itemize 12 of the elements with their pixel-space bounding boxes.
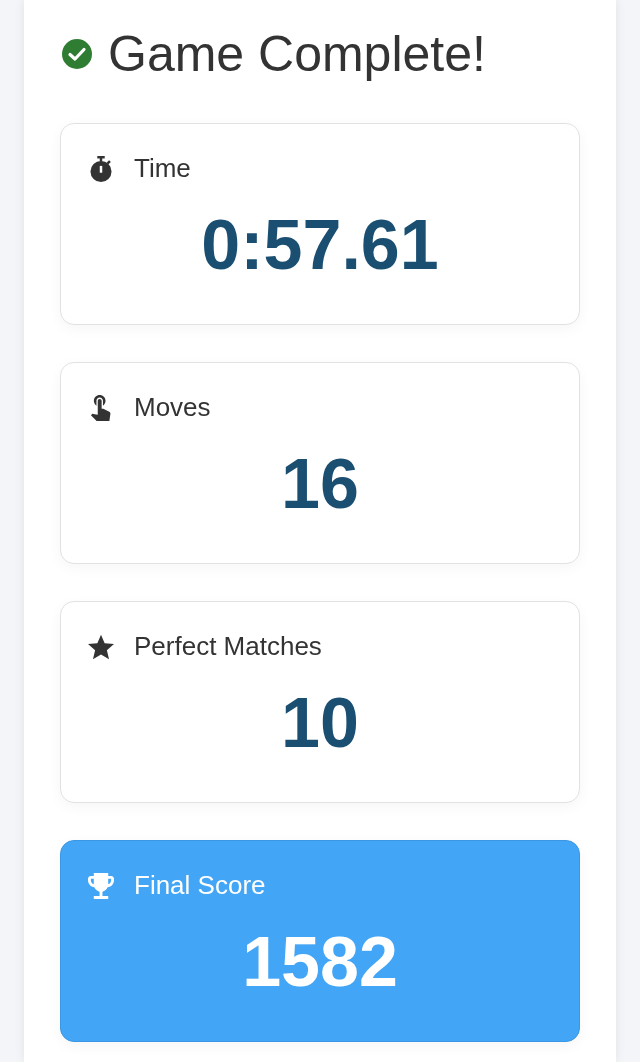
stat-label: Moves [134, 392, 211, 423]
stat-label: Time [134, 153, 191, 184]
check-circle-icon [62, 39, 92, 69]
stopwatch-icon [88, 155, 114, 182]
trophy-icon [88, 872, 114, 899]
stat-value: 1582 [241, 922, 399, 1003]
stat-label: Perfect Matches [134, 631, 322, 662]
stat-label: Final Score [134, 870, 266, 901]
stat-value: 10 [280, 683, 360, 764]
stat-value: 16 [280, 444, 360, 525]
star-icon [88, 633, 114, 660]
stat-value: 0:57.61 [200, 205, 440, 286]
